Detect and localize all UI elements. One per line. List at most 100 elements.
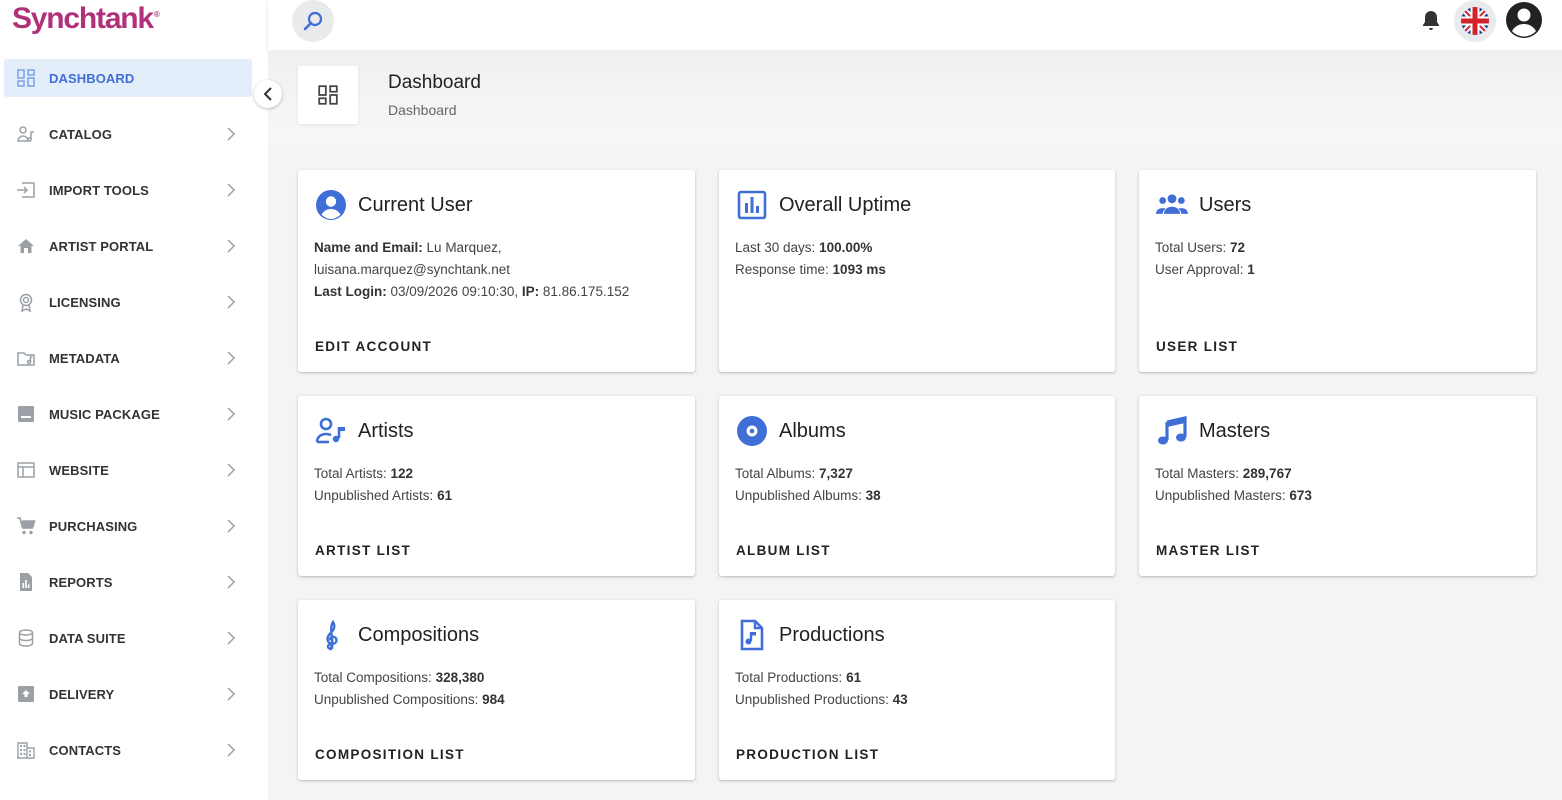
dashboard-icon bbox=[16, 68, 36, 88]
page-header-icon bbox=[298, 66, 358, 124]
person-music-icon bbox=[16, 124, 36, 144]
delivery-icon bbox=[16, 684, 36, 704]
sidebar-item-delivery[interactable]: DELIVERY bbox=[4, 666, 252, 722]
chevron-right-icon bbox=[227, 743, 236, 757]
sidebar-item-label: WEBSITE bbox=[49, 462, 109, 478]
dashboard-icon bbox=[318, 85, 338, 105]
sidebar-item-label: REPORTS bbox=[49, 574, 113, 590]
edit-account-button[interactable]: EDIT ACCOUNT bbox=[315, 339, 432, 354]
account-circle-icon[interactable] bbox=[1504, 0, 1544, 40]
sidebar-item-dashboard[interactable]: DASHBOARD bbox=[4, 59, 252, 97]
sidebar-item-label: DELIVERY bbox=[49, 686, 115, 702]
sidebar-item-label: PURCHASING bbox=[49, 518, 138, 534]
card-title: Compositions bbox=[358, 623, 480, 646]
card-title: Users bbox=[1199, 193, 1252, 216]
album-list-button[interactable]: ALBUM LIST bbox=[736, 543, 831, 558]
card-title: Artists bbox=[358, 419, 414, 442]
chevron-right-icon bbox=[227, 239, 236, 253]
chevron-right-icon bbox=[227, 631, 236, 645]
brand-logo[interactable]: Synchtank® bbox=[12, 2, 160, 36]
card-body: Total Users: 72 User Approval: 1 bbox=[1155, 240, 1255, 277]
sidebar-item-label: LICENSING bbox=[49, 294, 121, 310]
chevron-right-icon bbox=[227, 183, 236, 197]
sidebar-item-label: MUSIC PACKAGE bbox=[49, 406, 160, 422]
chevron-right-icon bbox=[227, 463, 236, 477]
card-title: Productions bbox=[779, 623, 885, 646]
sidebar-item-label: CATALOG bbox=[49, 126, 113, 142]
sidebar-item-import-tools[interactable]: IMPORT TOOLS bbox=[4, 162, 252, 218]
sidebar-item-website[interactable]: WEBSITE bbox=[4, 442, 252, 498]
sidebar-item-label: DASHBOARD bbox=[49, 70, 135, 86]
compositions-card: Compositions Total Compositions: 328,380… bbox=[298, 600, 695, 780]
card-body: Total Artists: 122 Unpublished Artists: … bbox=[314, 466, 453, 503]
sidebar-item-label: METADATA bbox=[49, 350, 120, 366]
music-note-icon bbox=[1155, 414, 1189, 448]
card-body: Total Productions: 61 Unpublished Produc… bbox=[735, 670, 908, 707]
sidebar-item-contacts[interactable]: CONTACTS bbox=[4, 722, 252, 778]
notifications-bell-icon[interactable] bbox=[1419, 8, 1443, 32]
production-list-button[interactable]: PRODUCTION LIST bbox=[736, 747, 879, 762]
sidebar-item-purchasing[interactable]: PURCHASING bbox=[4, 498, 252, 554]
artists-card: Artists Total Artists: 122 Unpublished A… bbox=[298, 396, 695, 576]
person-music-icon bbox=[314, 414, 348, 448]
language-button[interactable] bbox=[1454, 0, 1496, 42]
chevron-left-icon bbox=[263, 87, 272, 101]
folder-music-icon bbox=[16, 348, 36, 368]
productions-card: Productions Total Productions: 61 Unpubl… bbox=[719, 600, 1115, 780]
users-card: Users Total Users: 72 User Approval: 1 U… bbox=[1139, 170, 1536, 372]
user-list-button[interactable]: USER LIST bbox=[1156, 339, 1238, 354]
database-icon bbox=[16, 628, 36, 648]
uk-flag-icon bbox=[1461, 7, 1489, 35]
sidebar-item-label: IMPORT TOOLS bbox=[49, 182, 149, 198]
current-user-card: Current User Name and Email: Lu Marquez,… bbox=[298, 170, 695, 372]
overall-uptime-card: Overall Uptime Last 30 days: 100.00% Res… bbox=[719, 170, 1115, 372]
sidebar-item-metadata[interactable]: METADATA bbox=[4, 330, 252, 386]
chevron-right-icon bbox=[227, 127, 236, 141]
sidebar-item-reports[interactable]: REPORTS bbox=[4, 554, 252, 610]
import-icon bbox=[16, 180, 36, 200]
chevron-right-icon bbox=[227, 575, 236, 589]
top-bar bbox=[268, 0, 1562, 50]
sidebar-collapse-button[interactable] bbox=[254, 80, 282, 108]
composition-list-button[interactable]: COMPOSITION LIST bbox=[315, 747, 465, 762]
chevron-right-icon bbox=[227, 407, 236, 421]
sidebar-item-label: DATA SUITE bbox=[49, 630, 126, 646]
sidebar: Synchtank® DASHBOARD CATALOG IMPORT TOOL… bbox=[0, 0, 268, 800]
package-icon bbox=[16, 404, 36, 424]
sidebar-item-data-suite[interactable]: DATA SUITE bbox=[4, 610, 252, 666]
sidebar-item-label: ARTIST PORTAL bbox=[49, 238, 154, 254]
chevron-right-icon bbox=[227, 687, 236, 701]
artist-list-button[interactable]: ARTIST LIST bbox=[315, 543, 411, 558]
card-title: Overall Uptime bbox=[779, 193, 912, 216]
award-icon bbox=[16, 292, 36, 312]
card-body: Total Albums: 7,327 Unpublished Albums: … bbox=[735, 466, 881, 503]
home-icon bbox=[16, 236, 36, 256]
card-body: Last 30 days: 100.00% Response time: 109… bbox=[735, 240, 886, 277]
chevron-right-icon bbox=[227, 519, 236, 533]
search-button[interactable] bbox=[292, 0, 334, 42]
card-body: Total Masters: 289,767 Unpublished Maste… bbox=[1155, 466, 1312, 503]
card-body: Name and Email: Lu Marquez, luisana.marq… bbox=[314, 240, 630, 299]
account-circle-icon bbox=[314, 188, 348, 222]
sidebar-item-licensing[interactable]: LICENSING bbox=[4, 274, 252, 330]
sidebar-item-label: CONTACTS bbox=[49, 742, 122, 758]
music-file-icon bbox=[735, 618, 769, 652]
sidebar-nav: DASHBOARD CATALOG IMPORT TOOLS ARTIST PO… bbox=[4, 59, 252, 778]
albums-card: Albums Total Albums: 7,327 Unpublished A… bbox=[719, 396, 1115, 576]
chevron-right-icon bbox=[227, 295, 236, 309]
treble-clef-icon bbox=[314, 618, 348, 652]
album-disc-icon bbox=[735, 414, 769, 448]
masters-card: Masters Total Masters: 289,767 Unpublish… bbox=[1139, 396, 1536, 576]
master-list-button[interactable]: MASTER LIST bbox=[1156, 543, 1260, 558]
people-group-icon bbox=[1155, 188, 1189, 222]
card-title: Albums bbox=[779, 419, 846, 442]
bar-chart-icon bbox=[735, 188, 769, 222]
card-title: Masters bbox=[1199, 419, 1271, 442]
report-icon bbox=[16, 572, 36, 592]
sidebar-item-catalog[interactable]: CATALOG bbox=[4, 106, 252, 162]
sidebar-item-artist-portal[interactable]: ARTIST PORTAL bbox=[4, 218, 252, 274]
breadcrumb: Dashboard bbox=[388, 102, 457, 118]
web-icon bbox=[16, 460, 36, 480]
sidebar-item-music-package[interactable]: MUSIC PACKAGE bbox=[4, 386, 252, 442]
search-icon bbox=[303, 11, 323, 31]
